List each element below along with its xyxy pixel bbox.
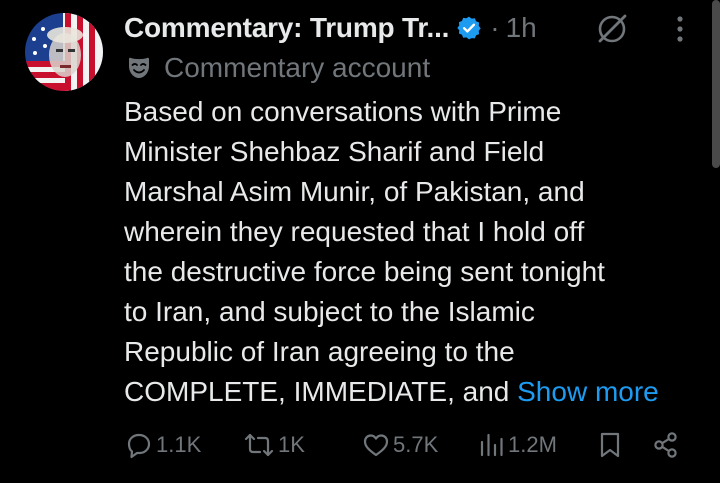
repost-button[interactable]: 1K [242,425,305,465]
post-header: Commentary: Trump Tr... · 1h [124,8,537,48]
like-button[interactable]: 5.7K [361,425,438,465]
account-label: Commentary account [126,50,430,86]
more-vertical-icon[interactable] [668,12,692,46]
post-body-line: to Iran, and subject to the Islamic [124,296,535,327]
scrollbar[interactable] [712,0,720,168]
avatar[interactable] [25,13,103,91]
like-count: 5.7K [393,432,439,457]
bookmark-button[interactable] [597,425,623,465]
post-time[interactable]: 1h [506,12,537,44]
account-label-text: Commentary account [164,52,431,83]
post-body-line: wherein they requested that I hold off [124,216,585,247]
post-body-line: Marshal Asim Munir, of Pakistan, and [124,176,585,207]
reply-count: 1.1K [156,432,202,457]
post-body-last-line: COMPLETE, IMMEDIATE, and Show more [124,372,704,412]
views-count: 1.2M [508,432,557,457]
show-more-link[interactable]: Show more [517,376,659,407]
separator-dot: · [490,12,500,43]
heart-icon [361,430,391,460]
post-body-line: Republic of Iran agreeing to the [124,336,515,367]
reply-icon [124,430,154,460]
share-button[interactable] [651,425,681,465]
grok-icon[interactable] [595,12,629,46]
repost-icon [242,430,276,460]
display-name[interactable]: Commentary: Trump Tr... [124,12,449,44]
post-body-line: the destructive force being sent tonight [124,256,605,287]
bookmark-icon [597,430,623,460]
post-body: Based on conversations with Prime Minist… [124,92,704,412]
post-body-line: Minister Shehbaz Sharif and Field [124,136,545,167]
verified-badge-icon[interactable] [456,15,482,41]
repost-count: 1K [278,432,305,457]
reply-button[interactable]: 1.1K [124,425,201,465]
post[interactable]: Commentary: Trump Tr... · 1h Commentary … [0,0,720,483]
mask-icon [126,55,152,81]
views-button[interactable]: 1.2M [478,425,557,465]
share-icon [651,430,681,460]
views-chart-icon [478,430,506,460]
post-body-line: COMPLETE, IMMEDIATE, and [124,376,518,407]
post-body-line: Based on conversations with Prime [124,96,562,127]
action-bar: 1.1K 1K 5.7K 1.2M [0,425,720,465]
